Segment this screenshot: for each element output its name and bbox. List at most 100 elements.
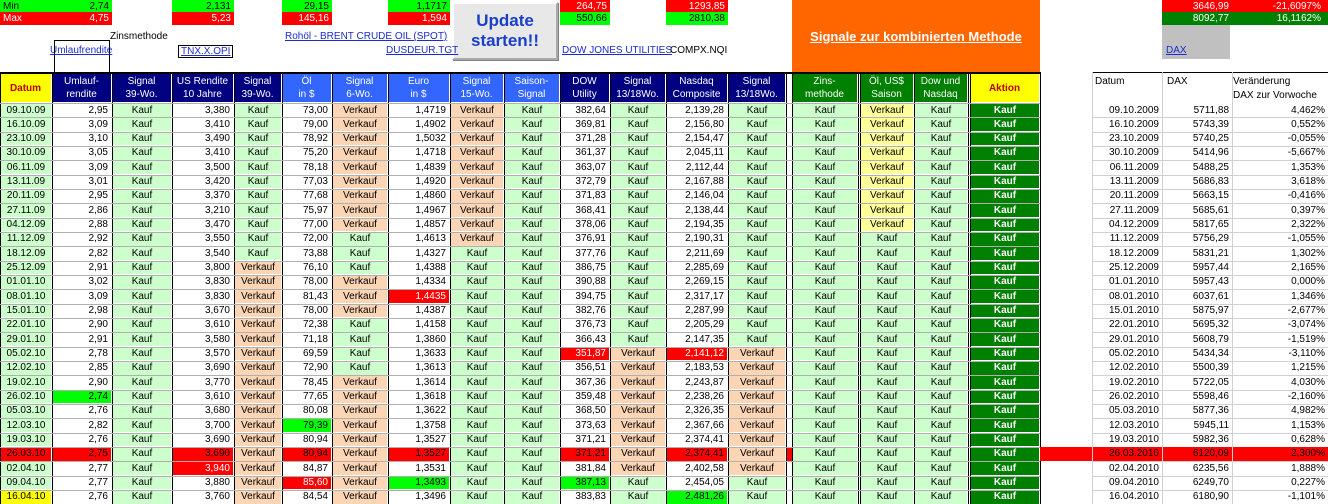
signal-cell: Kauf bbox=[793, 175, 857, 189]
value-cell: 72,38 bbox=[302, 319, 328, 331]
grid-line bbox=[0, 317, 1040, 319]
link-brent[interactable]: Rohöl - BRENT CRUDE OIL (SPOT) bbox=[285, 31, 447, 42]
signal-cell: Kauf bbox=[451, 418, 503, 433]
signal-cell: Kauf bbox=[451, 447, 503, 461]
signal-cell: Kauf bbox=[113, 160, 171, 175]
signal-cell: Kauf bbox=[505, 318, 559, 332]
row-date: 12.03.10 bbox=[1, 418, 51, 433]
signal-cell: Kauf bbox=[505, 132, 559, 146]
signal-cell: Kauf bbox=[729, 146, 785, 160]
grid-line bbox=[0, 231, 1040, 233]
max-value-euro: 1,594 bbox=[421, 13, 447, 24]
signal-cell: Kauf bbox=[971, 418, 1039, 433]
dax-row-change: 4,462% bbox=[1291, 104, 1325, 116]
dax-row-value: 6180,90 bbox=[1192, 491, 1229, 503]
signal-cell: Kauf bbox=[505, 246, 559, 261]
value-cell: 2,183,53 bbox=[685, 362, 724, 374]
signal-cell: Verkauf bbox=[333, 418, 387, 433]
link-dax[interactable]: DAX bbox=[1166, 45, 1187, 56]
value-cell: 376,91 bbox=[575, 233, 606, 245]
signal-cell: Kauf bbox=[611, 289, 665, 304]
signal-cell: Kauf bbox=[505, 433, 559, 447]
signal-cell: Verkauf bbox=[333, 146, 387, 160]
value-cell: 3,410 bbox=[204, 118, 230, 130]
signal-cell: Kauf bbox=[611, 117, 665, 132]
value-cell: 3,490 bbox=[204, 133, 230, 145]
signal-cell: Kauf bbox=[729, 132, 785, 146]
grid-line bbox=[968, 72, 969, 504]
grid-line bbox=[0, 489, 1040, 491]
signal-cell: Kauf bbox=[915, 189, 967, 203]
signal-cell: Verkauf bbox=[333, 160, 387, 175]
signal-cell: Verkauf bbox=[333, 390, 387, 404]
signal-cell: Kauf bbox=[611, 103, 665, 117]
value-cell: 359,48 bbox=[575, 391, 606, 403]
row-date: 26.02.10 bbox=[1, 390, 51, 404]
dax-header-dax: DAX bbox=[1167, 76, 1188, 87]
value-cell: 2,194,35 bbox=[685, 219, 724, 231]
dax-row-value: 5740,25 bbox=[1192, 133, 1229, 145]
signal-cell: Kauf bbox=[113, 390, 171, 404]
signal-cell: Kauf bbox=[611, 246, 665, 261]
dax-row-date: 09.10.2009 bbox=[1108, 104, 1159, 116]
grid-line bbox=[450, 72, 451, 504]
signal-cell: Kauf bbox=[729, 175, 785, 189]
signal-cell: Kauf bbox=[861, 246, 913, 261]
signal-cell: Verkauf bbox=[451, 103, 503, 117]
signal-cell: Kauf bbox=[505, 332, 559, 347]
max-value-dow: 550,66 bbox=[576, 13, 607, 24]
signal-cell: Kauf bbox=[861, 318, 913, 332]
grid-line bbox=[0, 389, 1040, 391]
signal-cell: Kauf bbox=[235, 160, 281, 175]
link-tnx[interactable]: TNX.X.OPI bbox=[178, 45, 234, 58]
value-cell: 2,147,35 bbox=[685, 333, 724, 345]
dax-row-value: 5957,44 bbox=[1192, 262, 1229, 274]
grid-line bbox=[0, 274, 1040, 276]
signal-cell: Kauf bbox=[971, 275, 1039, 289]
dax-row-value: 5686,83 bbox=[1192, 176, 1229, 188]
signal-cell: Kauf bbox=[971, 404, 1039, 418]
link-usdeur[interactable]: DUSDEUR.TGT bbox=[386, 45, 458, 56]
signal-cell: Kauf bbox=[333, 318, 387, 332]
signal-cell: Verkauf bbox=[235, 332, 281, 347]
dax-row-value: 5756,29 bbox=[1192, 233, 1229, 245]
value-cell: 2,91 bbox=[88, 333, 108, 345]
value-cell: 2,138,44 bbox=[685, 204, 724, 216]
row-date: 13.11.09 bbox=[1, 175, 51, 189]
signal-cell: Kauf bbox=[505, 218, 559, 232]
value-cell: 3,690 bbox=[204, 362, 230, 374]
link-umlaufrendite[interactable]: Umlaufrendite bbox=[50, 45, 112, 56]
signal-cell: Kauf bbox=[611, 146, 665, 160]
row-date: 02.04.10 bbox=[1, 461, 51, 476]
dax-row-change: 0,227% bbox=[1291, 477, 1325, 489]
signal-cell: Kauf bbox=[505, 404, 559, 418]
row-date: 05.03.10 bbox=[1, 404, 51, 418]
grid-line bbox=[0, 260, 1040, 262]
grid-line bbox=[112, 72, 113, 504]
row-date: 25.12.09 bbox=[1, 261, 51, 275]
grid-line bbox=[560, 72, 561, 504]
signal-cell: Kauf bbox=[915, 261, 967, 275]
dax-row-date: 15.01.2010 bbox=[1108, 305, 1159, 317]
signal-cell: Kauf bbox=[861, 347, 913, 361]
signal-cell: Kauf bbox=[915, 103, 967, 117]
row-date: 16.04.10 bbox=[1, 490, 51, 504]
update-button[interactable]: Update starten!! bbox=[452, 2, 558, 60]
signal-cell: Kauf bbox=[451, 361, 503, 375]
value-cell: 386,75 bbox=[575, 262, 606, 274]
signal-cell: Kauf bbox=[915, 433, 967, 447]
signal-cell: Kauf bbox=[861, 418, 913, 433]
dax-row-date: 11.12.2009 bbox=[1109, 233, 1159, 245]
signal-cell: Kauf bbox=[793, 232, 857, 246]
value-cell: 3,210 bbox=[204, 204, 230, 216]
dax-max-pct: 16,1162% bbox=[1276, 13, 1321, 24]
signal-cell: Kauf bbox=[235, 189, 281, 203]
signal-cell: Kauf bbox=[113, 289, 171, 304]
max-value-umlauf: 4,75 bbox=[89, 13, 109, 24]
value-cell: 79,00 bbox=[302, 118, 328, 130]
link-dowjones[interactable]: DOW JONES UTILITIES bbox=[562, 45, 672, 56]
signal-cell: Kauf bbox=[113, 304, 171, 318]
grid-line bbox=[52, 72, 53, 504]
dax-row-date: 18.12.2009 bbox=[1108, 247, 1159, 259]
dax-row-value: 6037,61 bbox=[1192, 290, 1229, 302]
